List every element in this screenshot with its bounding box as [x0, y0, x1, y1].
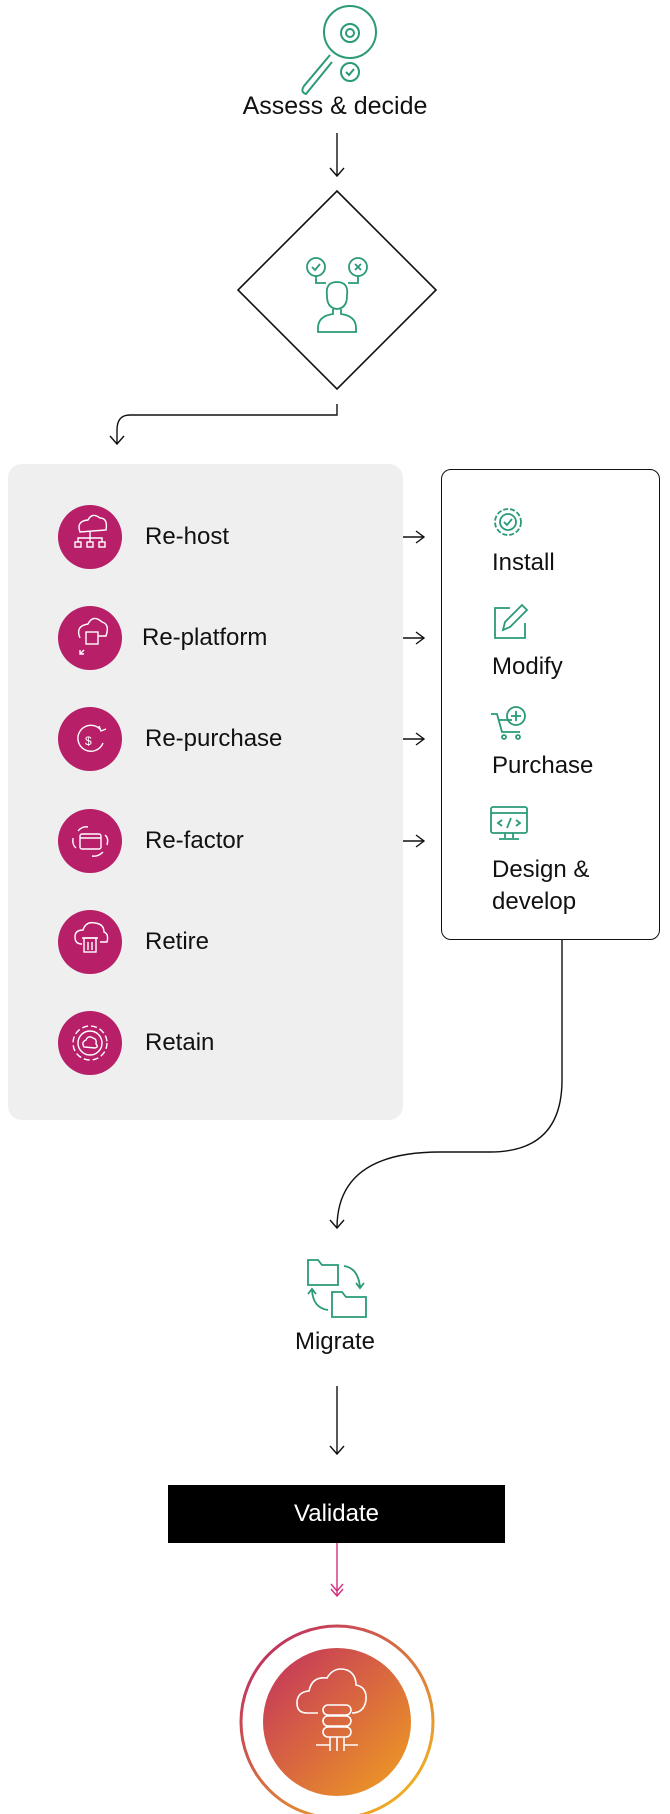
step-migrate-label: Migrate	[294, 1328, 376, 1355]
cloud-transfer-glyph	[77, 617, 109, 655]
gear-cloud-glyph	[72, 1025, 108, 1061]
action-develop-label: develop	[492, 888, 577, 915]
action-purchase-label: Purchase	[492, 752, 594, 779]
action-design-label: Design &	[492, 856, 590, 883]
step-validate-label: Validate	[294, 1500, 379, 1527]
cloud-trash-glyph	[74, 921, 109, 953]
window-refresh-glyph	[72, 826, 109, 857]
action-install-label: Install	[492, 549, 555, 576]
cloud-network-glyph	[74, 514, 108, 548]
dollar-refresh-glyph: $	[77, 724, 107, 752]
step-validate-box: Validate	[168, 1485, 505, 1543]
svg-text:$: $	[85, 734, 92, 748]
action-modify-label: Modify	[492, 653, 563, 680]
